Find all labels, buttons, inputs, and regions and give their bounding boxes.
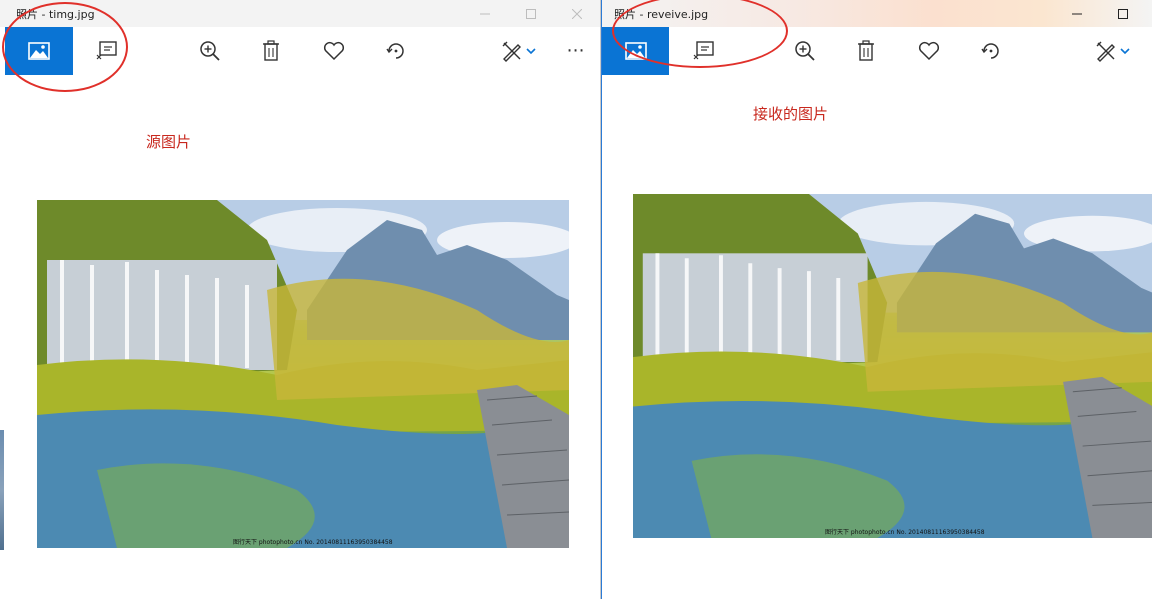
zoom-in-icon [200,41,220,61]
landscape-illustration [37,200,569,548]
image-icon [624,42,647,60]
favorite-button[interactable] [907,27,951,75]
photo-watermark: 图行天下 photophoto.cn No. 20140811163950384… [825,529,985,536]
slideshow-button[interactable] [85,27,129,75]
image-icon [28,42,50,60]
maximize-button[interactable] [508,0,554,27]
toolbar [602,27,1152,75]
favorite-heart-icon [323,41,345,61]
rotate-icon [386,43,404,59]
desktop-edge [0,430,4,550]
chevron-down-icon [525,48,536,55]
edit-create-button[interactable] [1088,27,1136,75]
delete-button[interactable] [844,27,888,75]
slideshow-icon [693,41,714,60]
close-button[interactable] [554,0,600,27]
close-icon [572,8,582,19]
landscape-illustration [633,194,1152,538]
chevron-down-icon [1119,48,1130,55]
rotate-icon [981,43,999,59]
zoom-in-icon [795,41,815,61]
favorite-heart-icon [918,41,940,61]
edit-create-icon [1096,41,1115,62]
title-bar[interactable]: 照片 - timg.jpg [0,0,600,27]
more-icon: ⋯ [566,40,586,61]
rotate-button[interactable] [969,27,1013,75]
view-photo-button[interactable] [5,27,73,75]
minimize-icon [480,13,490,14]
slideshow-button[interactable] [682,27,726,75]
zoom-button[interactable] [188,27,232,75]
favorite-button[interactable] [312,27,356,75]
source-image-label: 源图片 [146,133,192,151]
slideshow-icon [96,41,117,60]
title-bar[interactable]: 照片 - reveive.jpg [602,0,1152,27]
delete-icon [858,40,874,61]
more-button[interactable]: ⋯ [556,27,596,75]
rotate-button[interactable] [374,27,418,75]
photos-window-left: 照片 - timg.jpg ⋯ 源图片 图行天下 photophoto.cn N… [0,0,601,599]
photo-watermark: 图行天下 photophoto.cn No. 20140811163950384… [233,539,393,546]
delete-button[interactable] [249,27,293,75]
view-photo-button[interactable] [602,27,669,75]
window-title: 照片 - reveive.jpg [614,8,709,21]
maximize-icon [1118,8,1128,19]
zoom-button[interactable] [783,27,827,75]
photos-window-right: 照片 - reveive.jpg 接收的图片 图行天下 photophoto.c… [601,0,1152,599]
waterfall-photo: 图行天下 photophoto.cn No. 20140811163950384… [633,194,1152,538]
minimize-button[interactable] [1054,0,1100,27]
waterfall-photo: 图行天下 photophoto.cn No. 20140811163950384… [37,200,569,548]
toolbar: ⋯ [0,27,600,75]
maximize-icon [526,8,536,19]
delete-icon [263,40,279,61]
window-title: 照片 - timg.jpg [16,8,95,21]
edit-create-button[interactable] [494,27,542,75]
minimize-button[interactable] [462,0,508,27]
edit-create-icon [502,41,521,62]
maximize-button[interactable] [1100,0,1146,27]
received-image-label: 接收的图片 [753,105,829,123]
minimize-icon [1072,13,1082,14]
